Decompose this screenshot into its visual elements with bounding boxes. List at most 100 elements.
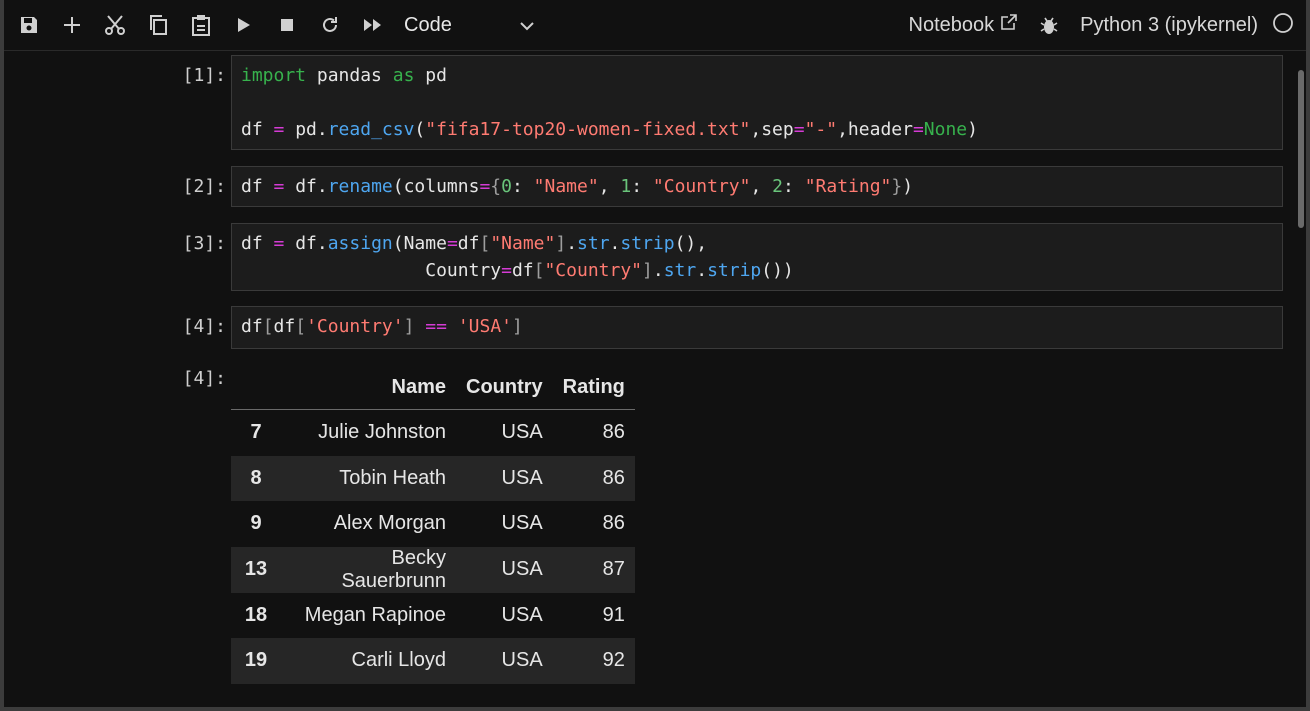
vertical-scrollbar[interactable] bbox=[1298, 70, 1304, 228]
column-header: Country bbox=[456, 365, 553, 410]
code-token: ) bbox=[967, 119, 978, 140]
save-icon[interactable] bbox=[7, 5, 50, 45]
row-index: 8 bbox=[250, 466, 262, 489]
cell-type-label: Code bbox=[404, 13, 452, 36]
table-row: 8 Tobin Heath USA 86 bbox=[231, 455, 635, 501]
cell-country: USA bbox=[501, 512, 543, 535]
code-token: = bbox=[273, 233, 285, 254]
table-header-row: Name Country Rating bbox=[231, 365, 635, 410]
row-index: 18 bbox=[244, 603, 268, 626]
code-token: df bbox=[273, 316, 296, 337]
table-row: 19 Carli Lloyd USA 92 bbox=[231, 638, 635, 684]
kernel-name[interactable]: Python 3 (ipykernel) bbox=[1080, 14, 1258, 37]
cell-name: Carli Lloyd bbox=[351, 649, 446, 672]
row-index: 7 bbox=[250, 421, 262, 444]
code-token: = bbox=[501, 260, 512, 281]
cell-rating: 92 bbox=[602, 649, 625, 672]
code-token: . bbox=[566, 233, 578, 254]
output-prompt: [4]: bbox=[182, 368, 226, 389]
table-row: 18 Megan Rapinoe USA 91 bbox=[231, 593, 635, 639]
code-token: [ bbox=[479, 233, 491, 254]
code-token: 0 bbox=[501, 176, 512, 197]
notebook-panel: [1]: import pandas as pd df = pd.read_cs… bbox=[4, 51, 1296, 707]
cell-country: USA bbox=[501, 466, 543, 489]
table-row: 9 Alex Morgan USA 86 bbox=[231, 501, 635, 547]
code-token: (Name bbox=[392, 233, 447, 254]
code-token: "-" bbox=[804, 119, 838, 140]
code-token: df bbox=[241, 119, 274, 140]
dataframe-table: Name Country Rating 7 Julie Johnston USA… bbox=[231, 365, 635, 684]
code-line: df = df.assign(Name=df["Name"].str.strip… bbox=[241, 230, 1273, 257]
cell-country: USA bbox=[501, 421, 543, 444]
code-token: [ bbox=[295, 316, 307, 337]
code-editor[interactable]: df[df['Country'] == 'USA'] bbox=[231, 306, 1283, 349]
restart-icon[interactable] bbox=[308, 5, 351, 45]
code-token: pandas bbox=[306, 65, 393, 86]
code-token: (), bbox=[674, 233, 708, 254]
cell-rating: 86 bbox=[602, 512, 625, 535]
code-token: 2 bbox=[772, 176, 783, 197]
cut-icon[interactable] bbox=[93, 5, 136, 45]
code-token: "Country" bbox=[544, 260, 643, 281]
code-token: . bbox=[609, 233, 621, 254]
code-token: "fifa17-top20-women-fixed.txt" bbox=[425, 119, 751, 140]
code-token: . bbox=[652, 260, 664, 281]
paste-icon[interactable] bbox=[179, 5, 222, 45]
cell-rating: 86 bbox=[602, 466, 625, 489]
code-token: read_csv bbox=[327, 119, 415, 140]
code-token: == bbox=[425, 316, 447, 337]
code-token: [ bbox=[533, 260, 545, 281]
code-token: None bbox=[923, 119, 968, 140]
code-token: import bbox=[241, 65, 307, 86]
row-index: 19 bbox=[244, 649, 268, 672]
code-token: ] bbox=[403, 316, 426, 337]
code-editor[interactable]: df = df.assign(Name=df["Name"].str.strip… bbox=[231, 223, 1283, 291]
stop-icon[interactable] bbox=[265, 5, 308, 45]
code-token: 'USA' bbox=[457, 316, 513, 337]
code-token: str bbox=[577, 233, 610, 254]
open-notebook-link[interactable]: Notebook bbox=[909, 13, 1019, 37]
table-row: 13 Becky Sauerbrunn USA 87 bbox=[231, 546, 635, 593]
code-token: df bbox=[241, 176, 274, 197]
code-line: df[df['Country'] == 'USA'] bbox=[241, 313, 1273, 340]
chevron-down-icon bbox=[520, 14, 534, 37]
code-line: df = df.rename(columns={0: "Name", 1: "C… bbox=[241, 173, 1273, 200]
code-line: Country=df["Country"].str.strip()) bbox=[241, 257, 1273, 284]
code-token: str bbox=[663, 260, 697, 281]
code-token: df bbox=[241, 233, 274, 254]
cell-name: Megan Rapinoe bbox=[304, 603, 446, 626]
code-token: ] bbox=[555, 233, 567, 254]
code-token: ] bbox=[512, 316, 523, 337]
kernel-status-idle-icon bbox=[1272, 12, 1294, 39]
cell-name: Julie Johnston bbox=[318, 421, 446, 444]
cell-prompt: [1]: bbox=[182, 65, 226, 86]
code-token: = bbox=[793, 119, 805, 140]
code-token: ,header bbox=[837, 119, 913, 140]
fast-forward-icon[interactable] bbox=[351, 5, 394, 45]
code-line: df = pd.read_csv("fifa17-top20-women-fix… bbox=[241, 116, 1273, 143]
code-token: } bbox=[891, 176, 903, 197]
code-token: df bbox=[457, 233, 480, 254]
code-token: , bbox=[750, 176, 773, 197]
code-editor[interactable]: import pandas as pd df = pd.read_csv("fi… bbox=[231, 55, 1283, 150]
code-token: "Rating" bbox=[804, 176, 892, 197]
code-token: pd. bbox=[284, 119, 328, 140]
cell-country: USA bbox=[501, 603, 543, 626]
run-icon[interactable] bbox=[222, 5, 265, 45]
code-token: "Name" bbox=[533, 176, 599, 197]
cell-type-select[interactable]: Code bbox=[404, 9, 534, 41]
column-header: Name bbox=[281, 365, 456, 410]
index-header bbox=[231, 365, 281, 410]
code-token: = bbox=[912, 119, 924, 140]
column-header: Rating bbox=[552, 365, 635, 410]
code-token: = bbox=[273, 176, 285, 197]
add-icon[interactable] bbox=[50, 5, 93, 45]
copy-icon[interactable] bbox=[136, 5, 179, 45]
code-token: strip bbox=[707, 260, 762, 281]
code-token: assign bbox=[327, 233, 393, 254]
code-token: df. bbox=[284, 233, 328, 254]
debugger-icon[interactable] bbox=[1032, 5, 1066, 45]
code-token: Country bbox=[241, 260, 502, 281]
code-editor[interactable]: df = df.rename(columns={0: "Name", 1: "C… bbox=[231, 166, 1283, 207]
code-token: = bbox=[273, 119, 285, 140]
